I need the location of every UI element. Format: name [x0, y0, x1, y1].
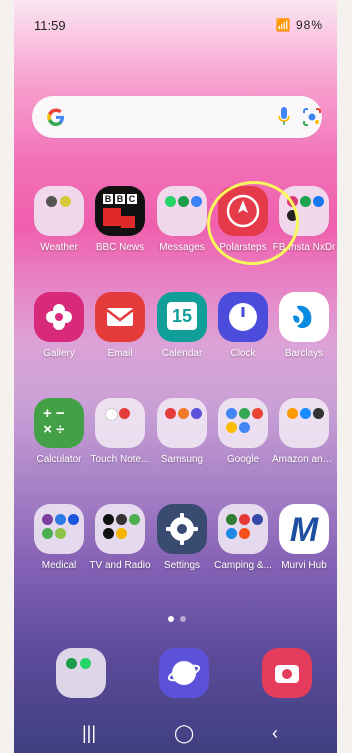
status-icons: 📶 98% — [276, 18, 323, 32]
app-calculator[interactable]: + − × ÷ Calculator — [27, 398, 91, 465]
weather-folder-icon — [34, 186, 84, 236]
medical-folder-icon — [34, 504, 84, 554]
app-label: Murvi Hub — [281, 560, 327, 571]
app-medical-folder[interactable]: Medical — [27, 504, 91, 571]
home-screen: 11:59 📶 98% Weather B B C BBC News Messa… — [14, 0, 337, 753]
dock-messaging-folder[interactable] — [56, 648, 106, 698]
app-label: Messages — [159, 242, 205, 253]
calendar-icon: 15 — [157, 292, 207, 342]
settings-icon — [157, 504, 207, 554]
app-label: Settings — [163, 560, 201, 571]
app-label: Amazon and... — [272, 454, 336, 465]
messages-folder-icon — [157, 186, 207, 236]
app-weather-folder[interactable]: Weather — [27, 186, 91, 253]
app-label: Camping &... — [214, 560, 272, 571]
back-button[interactable]: ‹ — [272, 723, 278, 744]
bbc-news-icon: B B C — [95, 186, 145, 236]
app-label: Touch Note... — [90, 454, 150, 465]
app-tv-radio-folder[interactable]: TV and Radio — [88, 504, 152, 571]
app-samsung-folder[interactable]: Samsung — [150, 398, 214, 465]
app-amazon-folder[interactable]: Amazon and... — [272, 398, 336, 465]
app-gallery[interactable]: Gallery — [27, 292, 91, 359]
app-barclays[interactable]: Barclays — [272, 292, 336, 359]
recent-apps-button[interactable]: ||| — [82, 723, 96, 744]
app-label: Calculator — [36, 454, 82, 465]
signal-icon: 📶 — [275, 18, 292, 32]
app-clock[interactable]: Clock — [211, 292, 275, 359]
google-logo-icon — [43, 104, 69, 130]
app-label: Clock — [230, 348, 256, 359]
battery-percent: 98% — [295, 18, 323, 32]
app-label: Medical — [41, 560, 77, 571]
app-bbc-news[interactable]: B B C BBC News — [88, 186, 152, 253]
google-lens-icon[interactable] — [301, 106, 323, 128]
dock — [14, 648, 337, 706]
app-email[interactable]: Email — [88, 292, 152, 359]
home-button[interactable]: ◯ — [174, 723, 194, 744]
status-bar: 11:59 📶 98% — [14, 0, 337, 44]
app-murvi-hub[interactable]: M Murvi Hub — [272, 504, 336, 571]
tv-radio-folder-icon — [95, 504, 145, 554]
app-label: BBC News — [95, 242, 145, 253]
gallery-icon — [34, 292, 84, 342]
camera-icon[interactable] — [262, 648, 312, 698]
camping-folder-icon — [218, 504, 268, 554]
calculator-icon: + − × ÷ — [34, 398, 84, 448]
app-label: Email — [107, 348, 133, 359]
google-folder-icon — [218, 398, 268, 448]
app-touchnote-folder[interactable]: Touch Note... — [88, 398, 152, 465]
status-time: 11:59 — [34, 18, 66, 33]
app-label: Samsung — [160, 454, 204, 465]
email-icon — [95, 292, 145, 342]
app-label: Calendar — [161, 348, 203, 359]
app-settings[interactable]: Settings — [150, 504, 214, 571]
barclays-icon — [279, 292, 329, 342]
navigation-bar: ||| ◯ ‹ — [14, 713, 337, 753]
murvi-hub-icon: M — [279, 504, 329, 554]
app-label: Weather — [40, 242, 78, 253]
microphone-icon[interactable] — [277, 106, 291, 128]
google-search-bar[interactable] — [32, 96, 322, 138]
touchnote-folder-icon — [95, 398, 145, 448]
app-label: TV and Radio — [89, 560, 151, 571]
app-label: Google — [226, 454, 260, 465]
internet-browser-icon[interactable] — [159, 648, 209, 698]
app-messages-folder[interactable]: Messages — [150, 186, 214, 253]
app-label: Barclays — [284, 348, 324, 359]
app-camping-folder[interactable]: Camping &... — [211, 504, 275, 571]
app-google-folder[interactable]: Google — [211, 398, 275, 465]
amazon-folder-icon — [279, 398, 329, 448]
app-label: Gallery — [43, 348, 75, 359]
page-indicator[interactable] — [168, 616, 188, 622]
app-calendar[interactable]: 15 Calendar — [150, 292, 214, 359]
clock-icon — [218, 292, 268, 342]
samsung-folder-icon — [157, 398, 207, 448]
